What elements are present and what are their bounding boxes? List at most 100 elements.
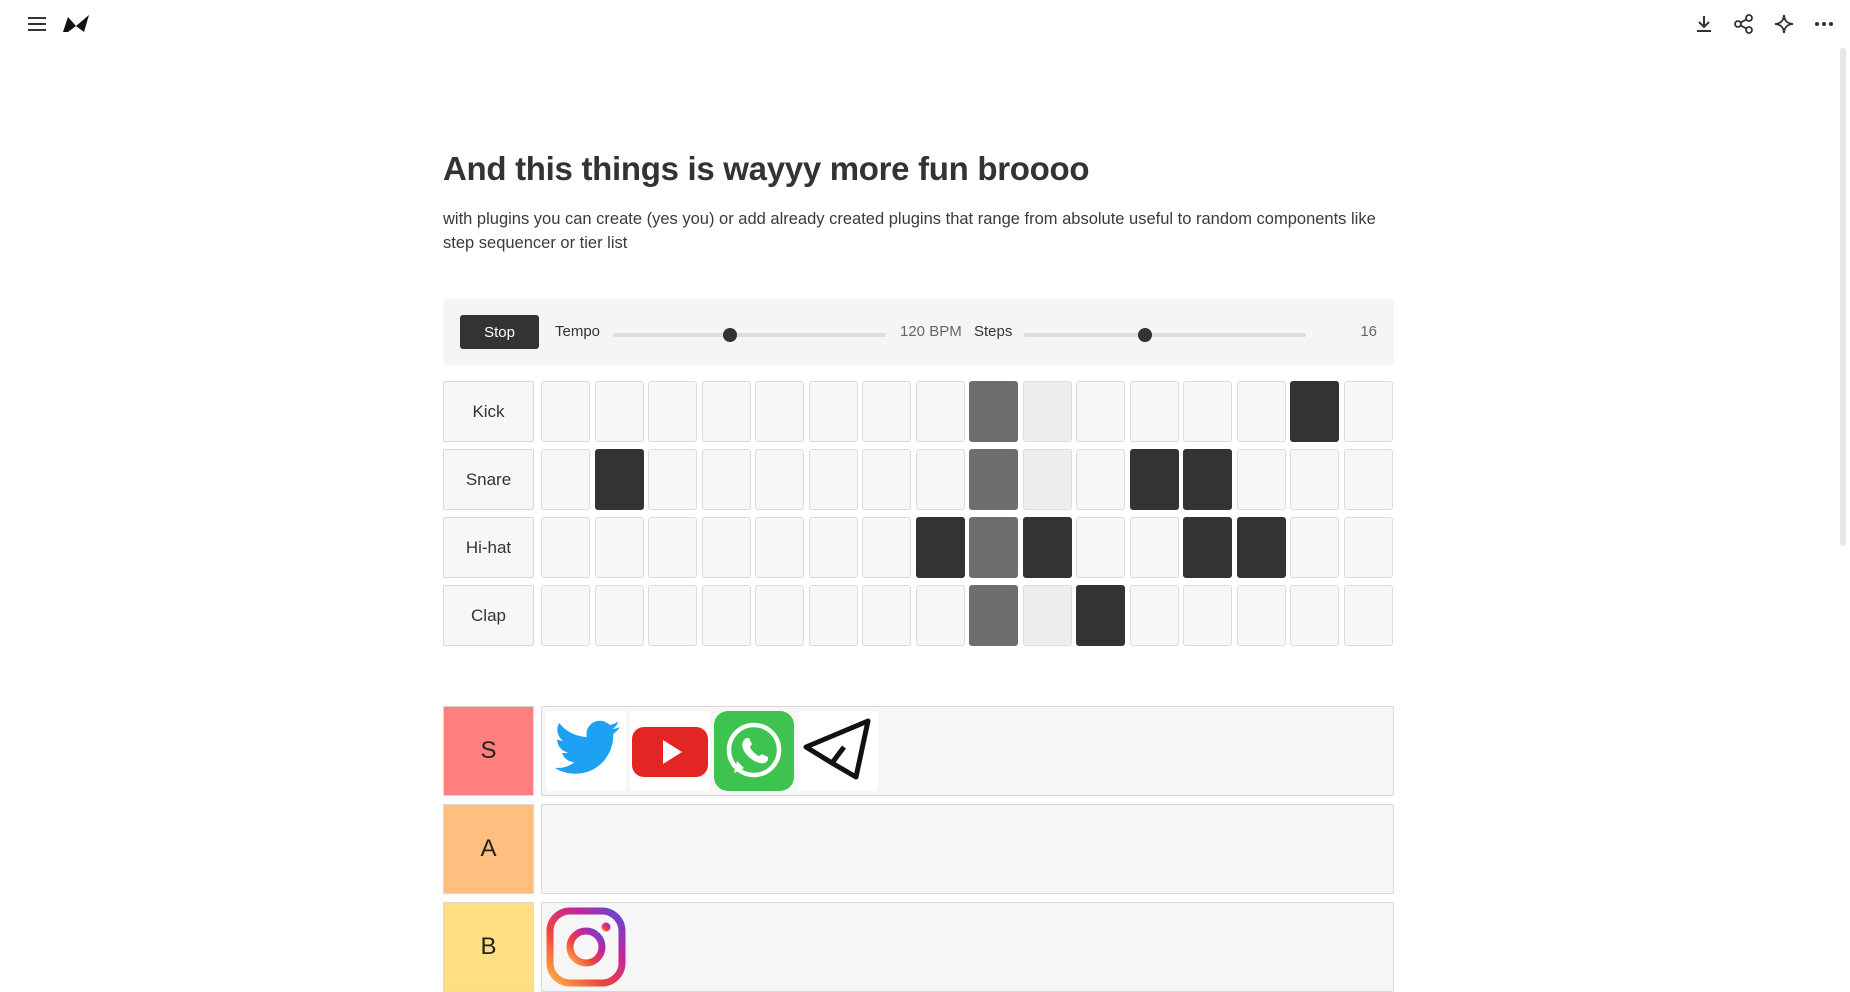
step-cell[interactable] — [702, 517, 751, 578]
step-cell[interactable] — [702, 449, 751, 510]
track-label[interactable]: Clap — [443, 585, 534, 646]
tier-drop-zone[interactable] — [541, 706, 1394, 796]
more-icon[interactable] — [1809, 10, 1839, 38]
step-cell[interactable] — [541, 585, 590, 646]
tier-label: S — [443, 706, 534, 796]
step-cell[interactable] — [541, 381, 590, 442]
step-cell[interactable] — [755, 517, 804, 578]
step-cell[interactable] — [862, 449, 911, 510]
step-cell[interactable] — [648, 517, 697, 578]
track-label[interactable]: Hi-hat — [443, 517, 534, 578]
step-cell[interactable] — [1290, 381, 1339, 442]
step-cell[interactable] — [595, 449, 644, 510]
step-cell[interactable] — [916, 381, 965, 442]
step-cell[interactable] — [595, 381, 644, 442]
tier-row: B — [443, 902, 1394, 992]
step-cell[interactable] — [1076, 381, 1125, 442]
step-cell[interactable] — [1237, 381, 1286, 442]
telegram-logo[interactable] — [798, 711, 878, 791]
step-cell[interactable] — [1023, 585, 1072, 646]
step-cell[interactable] — [648, 585, 697, 646]
menu-icon[interactable] — [22, 10, 52, 38]
tier-label: B — [443, 902, 534, 992]
track-row: Kick — [443, 381, 1394, 442]
step-cell[interactable] — [1183, 517, 1232, 578]
page-description: with plugins you can create (yes you) or… — [443, 210, 1376, 252]
step-cell[interactable] — [1237, 449, 1286, 510]
whatsapp-logo[interactable] — [714, 711, 794, 791]
step-cell[interactable] — [1344, 449, 1393, 510]
step-cell[interactable] — [1130, 517, 1179, 578]
steps-label: Steps — [974, 323, 1013, 340]
sparkle-icon[interactable] — [1769, 10, 1799, 38]
page-title: And this things is wayyy more fun broooo — [443, 150, 1090, 187]
step-cell[interactable] — [916, 449, 965, 510]
step-cell[interactable] — [1344, 381, 1393, 442]
download-icon[interactable] — [1689, 10, 1719, 38]
step-cell[interactable] — [1076, 449, 1125, 510]
step-cell[interactable] — [702, 381, 751, 442]
step-cell[interactable] — [755, 381, 804, 442]
step-cell[interactable] — [595, 517, 644, 578]
step-cell[interactable] — [1237, 517, 1286, 578]
logo-icon[interactable] — [58, 10, 94, 38]
tier-drop-zone[interactable] — [541, 902, 1394, 992]
track-row: Snare — [443, 449, 1394, 510]
track-row: Hi-hat — [443, 517, 1394, 578]
step-cell[interactable] — [755, 585, 804, 646]
step-cell[interactable] — [595, 585, 644, 646]
step-cell[interactable] — [702, 585, 751, 646]
step-cell[interactable] — [1183, 585, 1232, 646]
stop-button[interactable]: Stop — [460, 315, 539, 349]
step-cell[interactable] — [1023, 381, 1072, 442]
step-cell[interactable] — [1290, 449, 1339, 510]
tier-drop-zone[interactable] — [541, 804, 1394, 894]
step-cell[interactable] — [1237, 585, 1286, 646]
step-cell[interactable] — [916, 517, 965, 578]
step-cell[interactable] — [1023, 449, 1072, 510]
step-cell[interactable] — [1076, 585, 1125, 646]
step-cell[interactable] — [969, 517, 1018, 578]
tier-row: S — [443, 706, 1394, 796]
tempo-slider-handle[interactable] — [723, 328, 738, 342]
step-cell[interactable] — [862, 585, 911, 646]
tier-label: A — [443, 804, 534, 894]
scrollbar[interactable] — [1840, 48, 1846, 546]
step-cell[interactable] — [1183, 381, 1232, 442]
step-cell[interactable] — [809, 381, 858, 442]
instagram-logo[interactable] — [546, 907, 626, 987]
step-cell[interactable] — [648, 381, 697, 442]
step-cell[interactable] — [969, 585, 1018, 646]
step-cell[interactable] — [969, 381, 1018, 442]
step-cell[interactable] — [755, 449, 804, 510]
youtube-logo[interactable] — [630, 711, 710, 791]
step-cell[interactable] — [1344, 517, 1393, 578]
tempo-slider[interactable] — [613, 328, 886, 342]
step-cell[interactable] — [809, 449, 858, 510]
step-cell[interactable] — [862, 381, 911, 442]
step-cell[interactable] — [1183, 449, 1232, 510]
step-cell[interactable] — [1130, 381, 1179, 442]
step-cell[interactable] — [969, 449, 1018, 510]
step-cell[interactable] — [1130, 449, 1179, 510]
steps-slider-handle[interactable] — [1138, 328, 1153, 342]
step-cell[interactable] — [1344, 585, 1393, 646]
steps-slider[interactable] — [1024, 328, 1306, 342]
track-label[interactable]: Kick — [443, 381, 534, 442]
step-cell[interactable] — [809, 517, 858, 578]
step-cell[interactable] — [1130, 585, 1179, 646]
step-cell[interactable] — [809, 585, 858, 646]
step-cell[interactable] — [916, 585, 965, 646]
step-cell[interactable] — [1290, 585, 1339, 646]
track-label[interactable]: Snare — [443, 449, 534, 510]
tempo-value: 120 BPM — [900, 323, 962, 340]
share-icon[interactable] — [1729, 10, 1759, 38]
step-cell[interactable] — [648, 449, 697, 510]
step-cell[interactable] — [1023, 517, 1072, 578]
step-cell[interactable] — [1076, 517, 1125, 578]
twitter-logo[interactable] — [546, 711, 626, 791]
step-cell[interactable] — [541, 449, 590, 510]
step-cell[interactable] — [1290, 517, 1339, 578]
step-cell[interactable] — [862, 517, 911, 578]
step-cell[interactable] — [541, 517, 590, 578]
